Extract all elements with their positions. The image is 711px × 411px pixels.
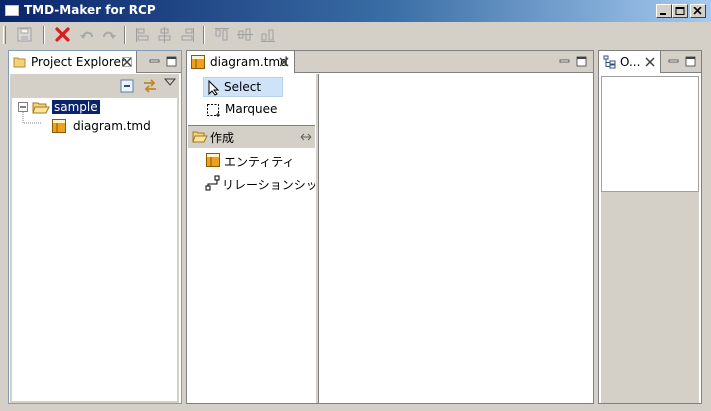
palette-relationship-tool[interactable]: リレーションシップ <box>203 173 330 193</box>
maximize-icon <box>675 7 685 15</box>
minimize-view-icon[interactable] <box>559 56 570 67</box>
marquee-icon <box>207 104 220 117</box>
palette: Select Marquee 作成 エンティティ リレーションシップ <box>188 74 330 403</box>
tab-project-explorer-label: Project Explorer <box>31 55 126 69</box>
outline-empty-area <box>601 192 699 403</box>
folder-icon <box>13 57 26 68</box>
palette-drawer-label: 作成 <box>210 131 235 145</box>
close-icon <box>693 7 702 15</box>
pin-drawer-icon[interactable] <box>300 133 312 141</box>
undo-icon[interactable] <box>78 26 96 44</box>
maximize-view-icon[interactable] <box>685 56 696 67</box>
align-middle-icon[interactable] <box>236 26 254 44</box>
project-explorer-tabstrip: Project Explorer <box>9 51 181 73</box>
tmd-file-icon <box>191 55 205 69</box>
main-toolbar <box>0 22 711 48</box>
diagram-editor: diagram.tmd Select Marquee 作成 エンティティ リレー… <box>186 50 594 404</box>
diagram-canvas[interactable] <box>319 74 593 403</box>
align-right-icon[interactable] <box>178 26 196 44</box>
link-with-editor-icon[interactable] <box>142 78 158 94</box>
editor-tabstrip: diagram.tmd <box>187 51 593 73</box>
tree-item-diagram[interactable]: diagram.tmd <box>73 119 151 133</box>
close-button[interactable] <box>690 4 706 18</box>
collapse-all-icon[interactable] <box>120 79 134 93</box>
window-title: TMD-Maker for RCP <box>24 3 156 17</box>
maximize-view-icon[interactable] <box>576 56 587 67</box>
palette-marquee-tool[interactable]: Marquee <box>203 100 293 120</box>
toolbar-grip[interactable] <box>3 26 6 44</box>
maximize-view-icon[interactable] <box>166 56 177 67</box>
tab-diagram-tmd-label: diagram.tmd <box>210 55 288 69</box>
outline-tabstrip: O... <box>599 51 701 73</box>
palette-entity-label: エンティティ <box>224 155 295 169</box>
arrow-pointer-icon <box>208 80 220 96</box>
toolbar-separator <box>124 26 126 44</box>
palette-marquee-label: Marquee <box>225 102 278 116</box>
toolbar-separator <box>203 26 205 44</box>
align-center-icon[interactable] <box>156 26 174 44</box>
open-folder-icon <box>32 102 50 114</box>
view-menu-icon[interactable] <box>164 77 176 87</box>
align-left-icon[interactable] <box>134 26 152 44</box>
palette-drawer-create[interactable]: 作成 <box>188 126 315 148</box>
tree-item-sample[interactable]: sample <box>52 100 100 114</box>
close-tab-icon[interactable] <box>122 57 132 67</box>
minimize-button[interactable] <box>656 4 672 18</box>
minimize-icon <box>660 13 666 15</box>
relationship-icon <box>205 175 220 191</box>
outline-icon <box>603 55 616 69</box>
align-top-icon[interactable] <box>213 26 231 44</box>
minimize-view-icon[interactable] <box>668 56 679 67</box>
align-bottom-icon[interactable] <box>259 26 277 44</box>
redo-icon[interactable] <box>100 26 118 44</box>
outline-view: O... <box>598 50 702 404</box>
title-bar: TMD-Maker for RCP <box>0 0 711 22</box>
palette-relationship-label: リレーションシップ <box>222 178 330 192</box>
project-explorer-view: Project Explorer sample diagram.tmd <box>8 50 182 404</box>
tmd-file-icon <box>52 119 66 133</box>
tab-outline[interactable]: O... <box>599 51 661 73</box>
tab-diagram-tmd[interactable]: diagram.tmd <box>187 51 295 73</box>
delete-icon[interactable] <box>54 26 72 44</box>
tab-outline-label: O... <box>620 55 641 69</box>
save-icon[interactable] <box>16 26 34 44</box>
project-explorer-toolbar <box>10 74 179 96</box>
minimize-view-icon[interactable] <box>149 56 160 67</box>
palette-entity-tool[interactable]: エンティティ <box>203 150 303 170</box>
tab-project-explorer[interactable]: Project Explorer <box>9 51 137 73</box>
open-folder-icon <box>192 131 208 143</box>
outline-thumbnail[interactable] <box>601 76 699 192</box>
project-tree: sample diagram.tmd <box>10 96 179 403</box>
maximize-button[interactable] <box>672 4 688 18</box>
app-icon <box>5 5 19 16</box>
palette-select-tool[interactable]: Select <box>203 77 283 97</box>
palette-select-label: Select <box>224 80 262 94</box>
entity-icon <box>206 153 220 167</box>
toolbar-separator <box>43 26 45 44</box>
close-tab-icon[interactable] <box>645 57 655 67</box>
close-tab-icon[interactable] <box>279 57 289 67</box>
